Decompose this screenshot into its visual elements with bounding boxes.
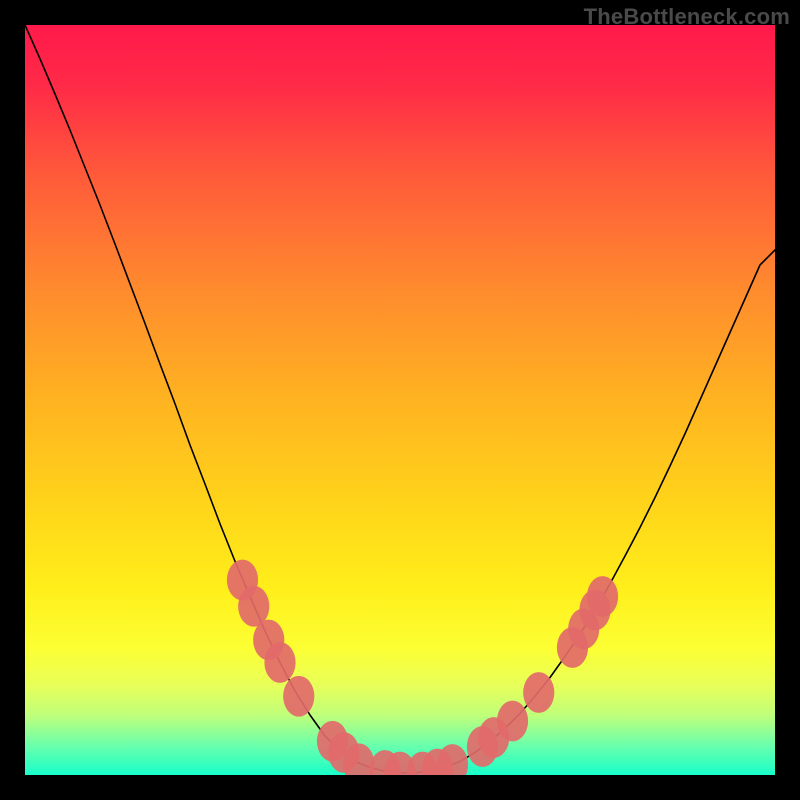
data-marker <box>264 642 295 683</box>
chart-frame: TheBottleneck.com <box>0 0 800 800</box>
data-marker <box>283 676 314 717</box>
chart-svg <box>25 25 775 775</box>
data-marker <box>587 576 618 617</box>
data-marker <box>523 672 554 713</box>
plot-area <box>25 25 775 775</box>
data-marker <box>497 701 528 742</box>
gradient-background <box>25 25 775 775</box>
